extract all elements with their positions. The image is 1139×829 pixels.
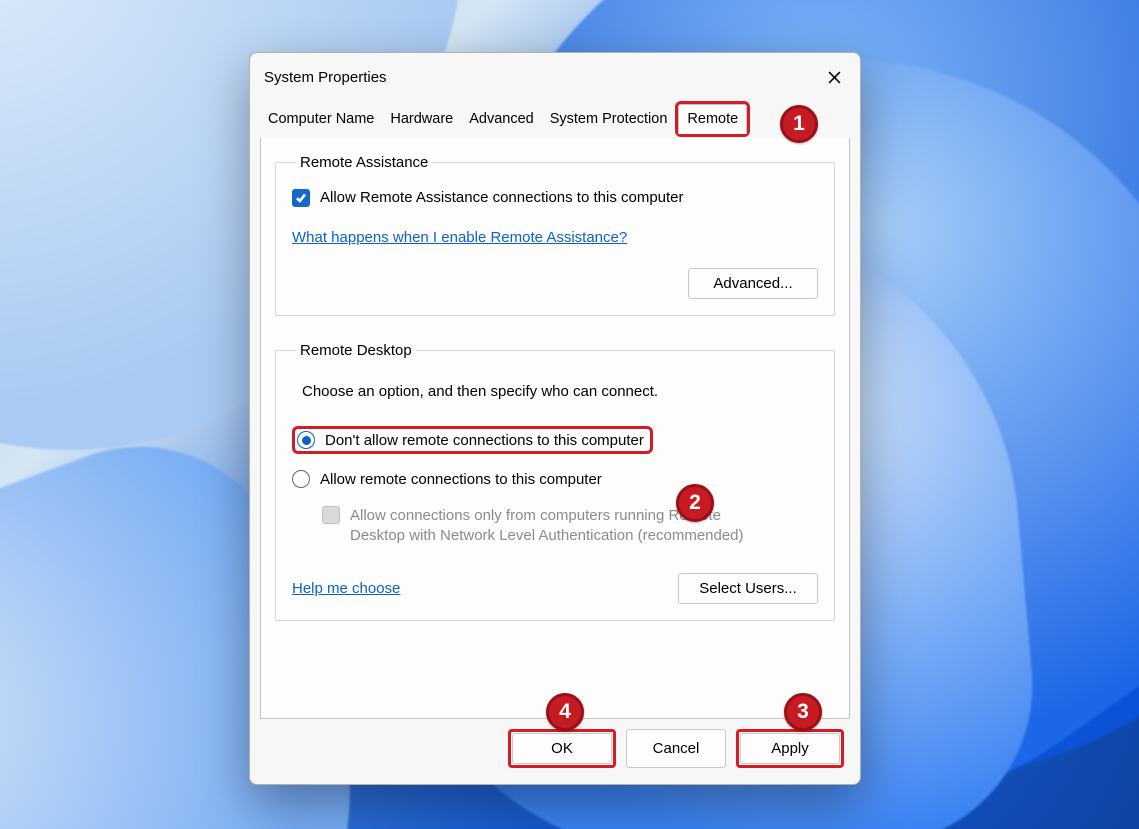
group-title: Remote Desktop [296, 342, 416, 359]
tab-system-protection[interactable]: System Protection [542, 101, 676, 137]
radio-dont-allow[interactable] [297, 431, 315, 449]
annotation-badge-4: 3 [784, 693, 822, 731]
titlebar: System Properties [250, 53, 860, 97]
dialog-footer: OK Cancel Apply [250, 729, 860, 784]
tab-remote[interactable]: Remote [678, 104, 747, 134]
annotation-highlight-apply: Apply [736, 729, 844, 768]
text-choose-option: Choose an option, and then specify who c… [302, 383, 818, 400]
annotation-badge-3: 4 [546, 693, 584, 731]
button-select-users[interactable]: Select Users... [678, 573, 818, 604]
label-allow-remote-assistance[interactable]: Allow Remote Assistance connections to t… [320, 189, 684, 206]
group-remote-desktop: Remote Desktop Choose an option, and the… [275, 342, 835, 621]
annotation-badge-2: 2 [676, 484, 714, 522]
annotation-highlight-ok: OK [508, 729, 616, 768]
label-dont-allow[interactable]: Don't allow remote connections to this c… [325, 432, 644, 449]
tabs-bar: Computer Name Hardware Advanced System P… [250, 97, 860, 138]
group-remote-assistance: Remote Assistance Allow Remote Assistanc… [275, 154, 835, 316]
close-icon [828, 71, 841, 84]
checkbox-nla [322, 506, 340, 524]
tab-advanced[interactable]: Advanced [461, 101, 542, 137]
check-icon [295, 192, 307, 204]
window-title: System Properties [264, 69, 387, 86]
link-remote-assistance-help[interactable]: What happens when I enable Remote Assist… [292, 229, 627, 246]
label-allow[interactable]: Allow remote connections to this compute… [320, 471, 602, 488]
checkbox-allow-remote-assistance[interactable] [292, 189, 310, 207]
link-help-me-choose[interactable]: Help me choose [292, 580, 400, 597]
annotation-badge-1: 1 [780, 105, 818, 143]
button-ok[interactable]: OK [512, 733, 612, 764]
button-cancel[interactable]: Cancel [626, 729, 726, 768]
radio-allow[interactable] [292, 470, 310, 488]
button-apply[interactable]: Apply [740, 733, 840, 764]
button-advanced[interactable]: Advanced... [688, 268, 818, 299]
system-properties-window: System Properties Computer Name Hardware… [249, 52, 861, 785]
close-button[interactable] [818, 63, 850, 91]
annotation-highlight-tab-remote: Remote [675, 101, 750, 137]
tab-hardware[interactable]: Hardware [382, 101, 461, 137]
group-title: Remote Assistance [296, 154, 432, 171]
tab-computer-name[interactable]: Computer Name [260, 101, 382, 137]
tab-content-remote: Remote Assistance Allow Remote Assistanc… [260, 138, 850, 719]
